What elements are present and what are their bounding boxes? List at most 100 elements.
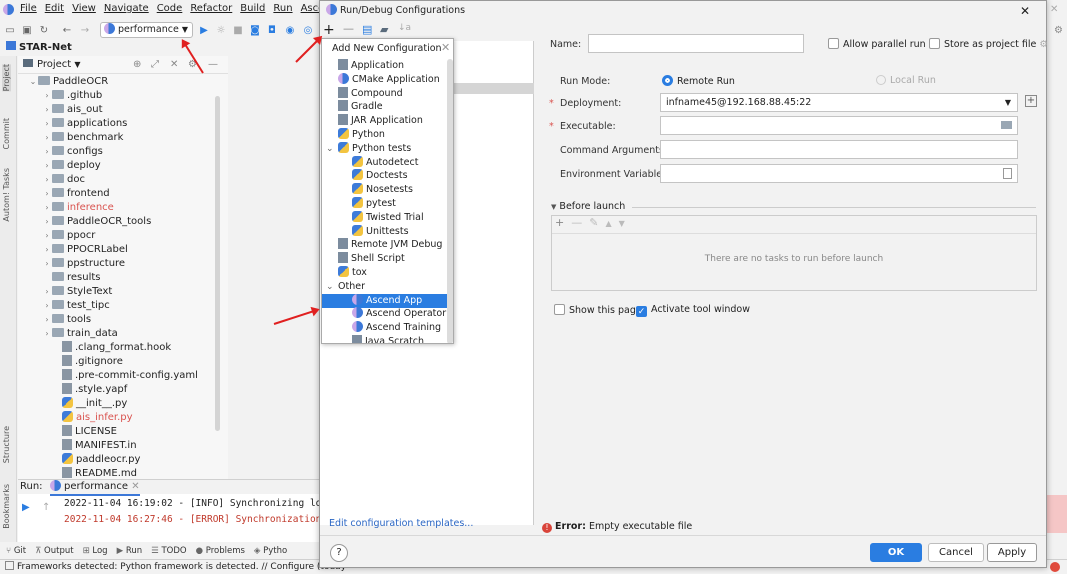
tree-folder[interactable]: › deploy xyxy=(42,159,101,173)
chevron-right-icon[interactable]: › xyxy=(42,313,52,327)
add-icon[interactable]: + xyxy=(555,216,564,229)
store-project-checkbox[interactable]: Store as project file ⚙ xyxy=(929,38,1048,50)
menu-item-navigate[interactable]: Navigate xyxy=(104,3,149,14)
chevron-right-icon[interactable]: › xyxy=(42,145,52,159)
tree-file[interactable]: .style.yapf xyxy=(52,383,127,397)
save-icon[interactable]: ▣ xyxy=(20,23,34,37)
menu-item-run[interactable]: Run xyxy=(273,3,292,14)
config-type-item[interactable]: JAR Application xyxy=(322,114,453,128)
status-text[interactable]: Frameworks detected: Python framework is… xyxy=(17,562,346,572)
config-type-item[interactable]: Remote JVM Debug xyxy=(322,238,453,252)
chevron-right-icon[interactable]: › xyxy=(42,173,52,187)
tree-folder[interactable]: › doc xyxy=(42,173,85,187)
config-type-item[interactable]: ⌄ Python tests xyxy=(322,141,453,156)
config-type-item[interactable]: Ascend App xyxy=(322,293,453,308)
close-icon[interactable]: ✕ xyxy=(170,56,178,74)
model-icon[interactable]: ◘ xyxy=(265,23,279,37)
tree-folder[interactable]: › train_data xyxy=(42,327,118,341)
tree-folder[interactable]: › ppocr xyxy=(42,229,95,243)
config-type-item[interactable]: tox xyxy=(322,266,453,280)
tree-file[interactable]: ais_infer.py xyxy=(52,411,133,425)
chevron-right-icon[interactable]: › xyxy=(42,327,52,341)
tree-folder[interactable]: › benchmark xyxy=(42,131,123,145)
tree-scrollbar[interactable] xyxy=(215,96,220,431)
chevron-right-icon[interactable]: › xyxy=(42,117,52,131)
copy-icon[interactable]: ▤ xyxy=(362,23,372,36)
config-type-item[interactable]: Compound xyxy=(322,86,453,101)
cmd-args-input[interactable] xyxy=(660,140,1018,159)
edit-env-icon[interactable] xyxy=(1003,168,1012,179)
bottom-tab-problems[interactable]: ● Problems xyxy=(196,546,245,556)
allow-parallel-checkbox[interactable]: Allow parallel run xyxy=(828,38,926,50)
config-type-item[interactable]: Autodetect xyxy=(322,155,453,170)
npu-icon[interactable]: ◉ xyxy=(283,23,297,37)
remote-run-radio[interactable]: Remote Run xyxy=(662,75,735,87)
chevron-right-icon[interactable]: › xyxy=(42,201,52,215)
up-icon[interactable]: ↑ xyxy=(42,502,50,513)
tree-folder[interactable]: › StyleText xyxy=(42,285,112,299)
config-type-item[interactable]: Ascend Operator xyxy=(322,307,453,321)
tree-folder[interactable]: › .github xyxy=(42,89,102,103)
tree-root[interactable]: ⌄ PaddleOCR xyxy=(28,75,108,89)
help-button[interactable]: ? xyxy=(330,544,348,562)
remove-icon[interactable]: — xyxy=(343,22,354,35)
menu-item-file[interactable]: File xyxy=(20,3,37,14)
config-type-item[interactable]: pytest xyxy=(322,197,453,211)
chevron-down-icon[interactable]: ⌄ xyxy=(326,142,338,156)
close-icon[interactable]: ✕ xyxy=(1020,1,1030,21)
bottom-tab-log[interactable]: ⊞ Log xyxy=(83,546,108,556)
tree-folder[interactable]: › ppstructure xyxy=(42,257,125,271)
settings-gear-icon[interactable]: ⚙ xyxy=(1054,25,1063,36)
config-type-item[interactable]: Gradle xyxy=(322,100,453,114)
chevron-down-icon[interactable]: ⌄ xyxy=(326,280,338,294)
tree-file[interactable]: .gitignore xyxy=(52,355,123,369)
chevron-right-icon[interactable]: › xyxy=(42,103,52,117)
tree-file[interactable]: LICENSE xyxy=(52,425,117,439)
sort-icon[interactable]: ↓a xyxy=(398,23,411,33)
show-page-checkbox[interactable]: Show this page xyxy=(554,304,642,316)
config-type-item[interactable]: CMake Application xyxy=(322,72,453,87)
chevron-right-icon[interactable]: › xyxy=(42,159,52,173)
add-icon[interactable]: ⊕ xyxy=(133,56,141,74)
popup-scrollbar[interactable] xyxy=(447,59,453,343)
chevron-right-icon[interactable]: › xyxy=(42,257,52,271)
before-launch-header[interactable]: ▼ Before launch xyxy=(551,201,625,212)
bottom-tab-pytho[interactable]: ◈ Pytho xyxy=(254,546,287,556)
search-icon[interactable]: ◎ xyxy=(301,23,315,37)
config-type-item[interactable]: Python xyxy=(322,128,453,142)
chevron-right-icon[interactable]: › xyxy=(42,215,52,229)
chevron-right-icon[interactable]: › xyxy=(42,89,52,103)
config-type-item[interactable]: Nosetests xyxy=(322,183,453,197)
remove-icon[interactable]: — xyxy=(571,216,582,229)
folder-icon[interactable]: ▰ xyxy=(380,23,388,36)
bottom-tab-run[interactable]: ▶ Run xyxy=(117,546,143,556)
ok-button[interactable]: OK xyxy=(870,543,922,562)
structure-tool-tab[interactable]: Structure xyxy=(2,426,11,463)
menu-item-build[interactable]: Build xyxy=(240,3,265,14)
chevron-down-icon[interactable]: ⌄ xyxy=(28,75,38,89)
name-input[interactable] xyxy=(588,34,804,53)
add-icon[interactable]: + xyxy=(323,22,335,38)
config-type-item[interactable]: Ascend Training xyxy=(322,321,453,335)
bottom-tab-git[interactable]: ⑂ Git xyxy=(6,546,26,556)
chevron-right-icon[interactable]: › xyxy=(42,285,52,299)
env-vars-input[interactable] xyxy=(660,164,1018,183)
minimize-icon[interactable]: — xyxy=(208,56,218,74)
error-badge-icon[interactable] xyxy=(1050,562,1060,572)
move-up-icon[interactable]: ▲ xyxy=(605,219,611,228)
bookmarks-tool-tab[interactable]: Bookmarks xyxy=(2,484,11,529)
move-down-icon[interactable]: ▼ xyxy=(619,219,625,228)
menu-item-refactor[interactable]: Refactor xyxy=(190,3,232,14)
chevron-right-icon[interactable]: › xyxy=(42,131,52,145)
folder-browse-icon[interactable] xyxy=(1001,121,1012,129)
edit-icon[interactable]: ✎ xyxy=(589,216,598,229)
deployment-select[interactable]: infname45@192.168.88.45:22 ▼ xyxy=(660,93,1018,112)
menu-item-code[interactable]: Code xyxy=(157,3,183,14)
commit-tool-tab[interactable]: Commit xyxy=(2,118,11,149)
edit-templates-link[interactable]: Edit configuration templates... xyxy=(329,518,473,529)
close-icon[interactable]: ✕ xyxy=(441,41,450,54)
tree-folder[interactable]: › applications xyxy=(42,117,127,131)
bottom-tab-output[interactable]: ⊼ Output xyxy=(35,546,73,556)
tree-folder[interactable]: › tools xyxy=(42,313,91,327)
tree-file[interactable]: .pre-commit-config.yaml xyxy=(52,369,198,383)
